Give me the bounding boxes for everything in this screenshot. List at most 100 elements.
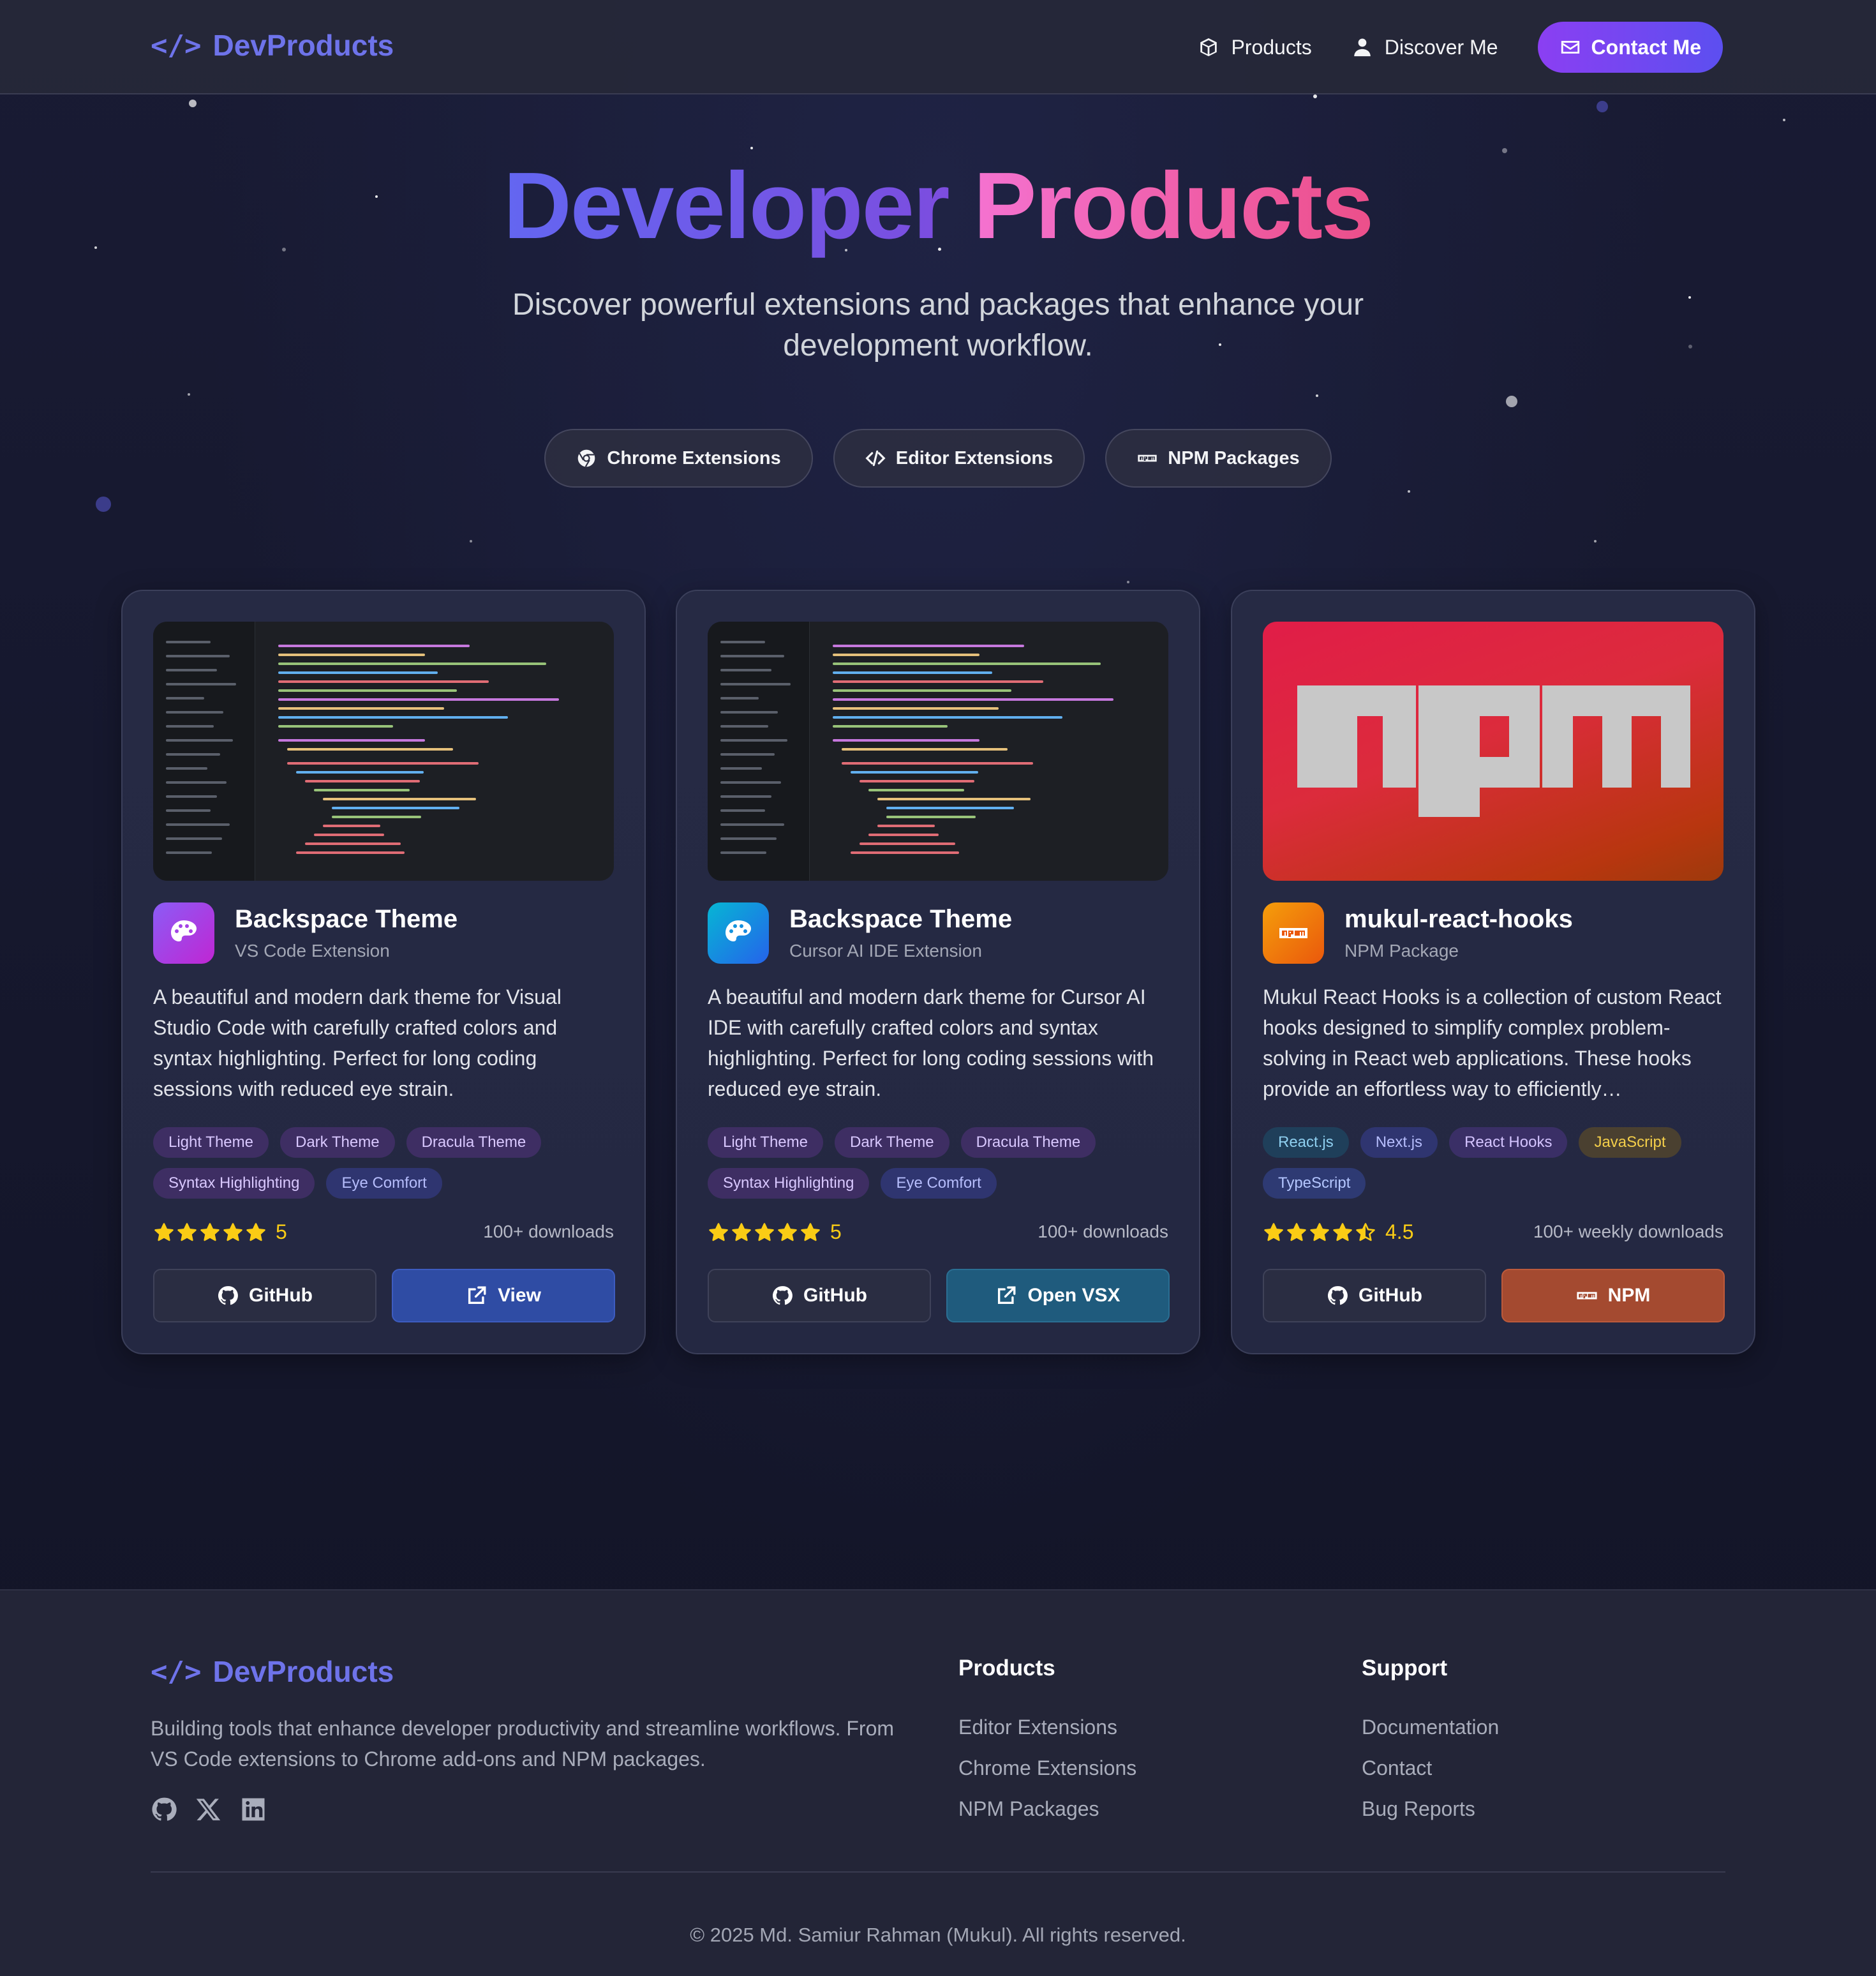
footer-link[interactable]: Contact	[1362, 1748, 1499, 1788]
product-card: Backspace Theme VS Code Extension A beau…	[121, 590, 646, 1354]
tag: JavaScript	[1579, 1127, 1681, 1158]
github-button-label: GitHub	[803, 1285, 867, 1306]
tag: React.js	[1263, 1127, 1349, 1158]
footer-link[interactable]: Documentation	[1362, 1707, 1499, 1748]
star-filled-icon	[1310, 1222, 1329, 1241]
palette-icon	[726, 920, 751, 941]
github-button[interactable]: GitHub	[708, 1269, 931, 1322]
open-vsx-button-label: Open VSX	[1027, 1285, 1120, 1306]
github-button[interactable]: GitHub	[1263, 1269, 1486, 1322]
tag: Next.js	[1360, 1127, 1438, 1158]
star-filled-icon	[223, 1222, 242, 1241]
footer-products-heading: Products	[958, 1656, 1055, 1680]
github-icon[interactable]	[151, 1796, 177, 1823]
footer-support-column: Support Documentation Contact Bug Report…	[1362, 1656, 1499, 1829]
product-screenshot	[1263, 622, 1723, 881]
tag: Dark Theme	[834, 1127, 949, 1158]
filter-editor-extensions[interactable]: Editor Extensions	[833, 429, 1085, 488]
rating-stars	[708, 1222, 821, 1243]
star-filled-icon	[154, 1222, 174, 1241]
product-screenshot	[708, 622, 1168, 881]
tag: Dark Theme	[279, 1127, 395, 1158]
nav-discover-link[interactable]: Discover Me	[1351, 36, 1498, 59]
star-filled-icon	[778, 1222, 797, 1241]
footer-link[interactable]: NPM Packages	[958, 1788, 1136, 1829]
star-filled-icon	[1287, 1222, 1306, 1241]
hero-subtitle: Discover powerful extensions and package…	[512, 288, 1364, 363]
footer-brand-logo[interactable]: </> DevProducts	[151, 1654, 394, 1689]
star-filled-icon	[755, 1222, 774, 1241]
npm-wordmark-logo	[1297, 685, 1690, 817]
open-vsx-button[interactable]: Open VSX	[946, 1269, 1170, 1322]
github-button[interactable]: GitHub	[153, 1269, 376, 1322]
product-icon	[708, 902, 769, 964]
x-icon[interactable]	[195, 1796, 222, 1823]
filter-editor-label: Editor Extensions	[895, 447, 1053, 468]
rating-value: 5	[276, 1220, 287, 1243]
star-filled-icon	[1333, 1222, 1352, 1241]
product-tags: React.js Next.js React Hooks JavaScript …	[1263, 1127, 1735, 1199]
product-rating: 5	[708, 1220, 842, 1244]
product-title: Backspace Theme	[789, 905, 1013, 933]
rating-stars	[1263, 1222, 1376, 1243]
card-actions: GitHub Open VSX	[708, 1269, 1170, 1322]
footer-link[interactable]: Editor Extensions	[958, 1707, 1136, 1748]
footer-link[interactable]: Bug Reports	[1362, 1788, 1499, 1829]
linkedin-icon[interactable]	[240, 1796, 267, 1823]
github-button-label: GitHub	[249, 1285, 313, 1306]
product-card: Backspace Theme Cursor AI IDE Extension …	[676, 590, 1200, 1354]
hero-title: Developer Products	[0, 152, 1876, 260]
tag: Syntax Highlighting	[708, 1168, 870, 1199]
nav-products-link[interactable]: Products	[1198, 36, 1312, 59]
footer-divider	[151, 1871, 1725, 1873]
top-navbar: </> DevProducts Products Discover Me Con…	[0, 0, 1876, 94]
rating-stars	[153, 1222, 267, 1243]
tag: Dracula Theme	[960, 1127, 1096, 1158]
brand-name: DevProducts	[212, 29, 394, 62]
github-icon	[772, 1286, 793, 1305]
product-subtitle: NPM Package	[1344, 941, 1459, 961]
envelope-icon	[1561, 41, 1579, 54]
github-icon	[218, 1286, 238, 1305]
external-link-icon	[998, 1286, 1016, 1305]
footer-link[interactable]: Chrome Extensions	[958, 1748, 1136, 1788]
footer-description: Building tools that enhance developer pr…	[151, 1717, 895, 1770]
product-screenshot	[153, 622, 614, 881]
npm-icon	[1138, 454, 1157, 462]
external-link-icon	[468, 1286, 486, 1305]
card-actions: GitHub View	[153, 1269, 615, 1322]
npm-button-label: NPM	[1607, 1285, 1651, 1306]
tag: Light Theme	[153, 1127, 269, 1158]
view-button[interactable]: View	[392, 1269, 615, 1322]
code-icon	[865, 450, 886, 467]
hero-title-part1: Developer	[503, 153, 950, 258]
footer-products-column: Products Editor Extensions Chrome Extens…	[958, 1656, 1136, 1829]
user-icon	[1353, 38, 1371, 57]
github-button-label: GitHub	[1359, 1285, 1422, 1306]
filter-npm-packages[interactable]: NPM Packages	[1105, 429, 1332, 488]
category-filters: Chrome Extensions Editor Extensions NPM …	[0, 429, 1876, 488]
rating-value: 5	[830, 1220, 842, 1243]
filter-chrome-extensions[interactable]: Chrome Extensions	[544, 429, 813, 488]
footer-support-heading: Support	[1362, 1656, 1448, 1680]
product-rating: 4.5	[1263, 1220, 1413, 1244]
product-description: A beautiful and modern dark theme for Vi…	[153, 985, 562, 1100]
code-brackets-icon: </>	[151, 1655, 202, 1688]
star-filled-icon	[177, 1222, 197, 1241]
tag: Light Theme	[708, 1127, 823, 1158]
product-subtitle: VS Code Extension	[235, 941, 390, 961]
tag: Eye Comfort	[881, 1168, 997, 1199]
product-rating: 5	[153, 1220, 287, 1244]
star-half-icon	[1356, 1222, 1375, 1241]
nav-discover-label: Discover Me	[1384, 35, 1498, 59]
contact-me-button[interactable]: Contact Me	[1537, 22, 1723, 73]
code-brackets-icon: </>	[151, 29, 202, 62]
product-subtitle: Cursor AI IDE Extension	[789, 941, 982, 961]
npm-icon	[1577, 1292, 1597, 1299]
download-count: 100+ downloads	[483, 1222, 614, 1241]
npm-button[interactable]: NPM	[1501, 1269, 1725, 1322]
brand-logo[interactable]: </> DevProducts	[151, 28, 394, 63]
filter-npm-label: NPM Packages	[1168, 447, 1300, 468]
editor-preview-image	[153, 622, 614, 881]
view-button-label: View	[498, 1285, 541, 1306]
